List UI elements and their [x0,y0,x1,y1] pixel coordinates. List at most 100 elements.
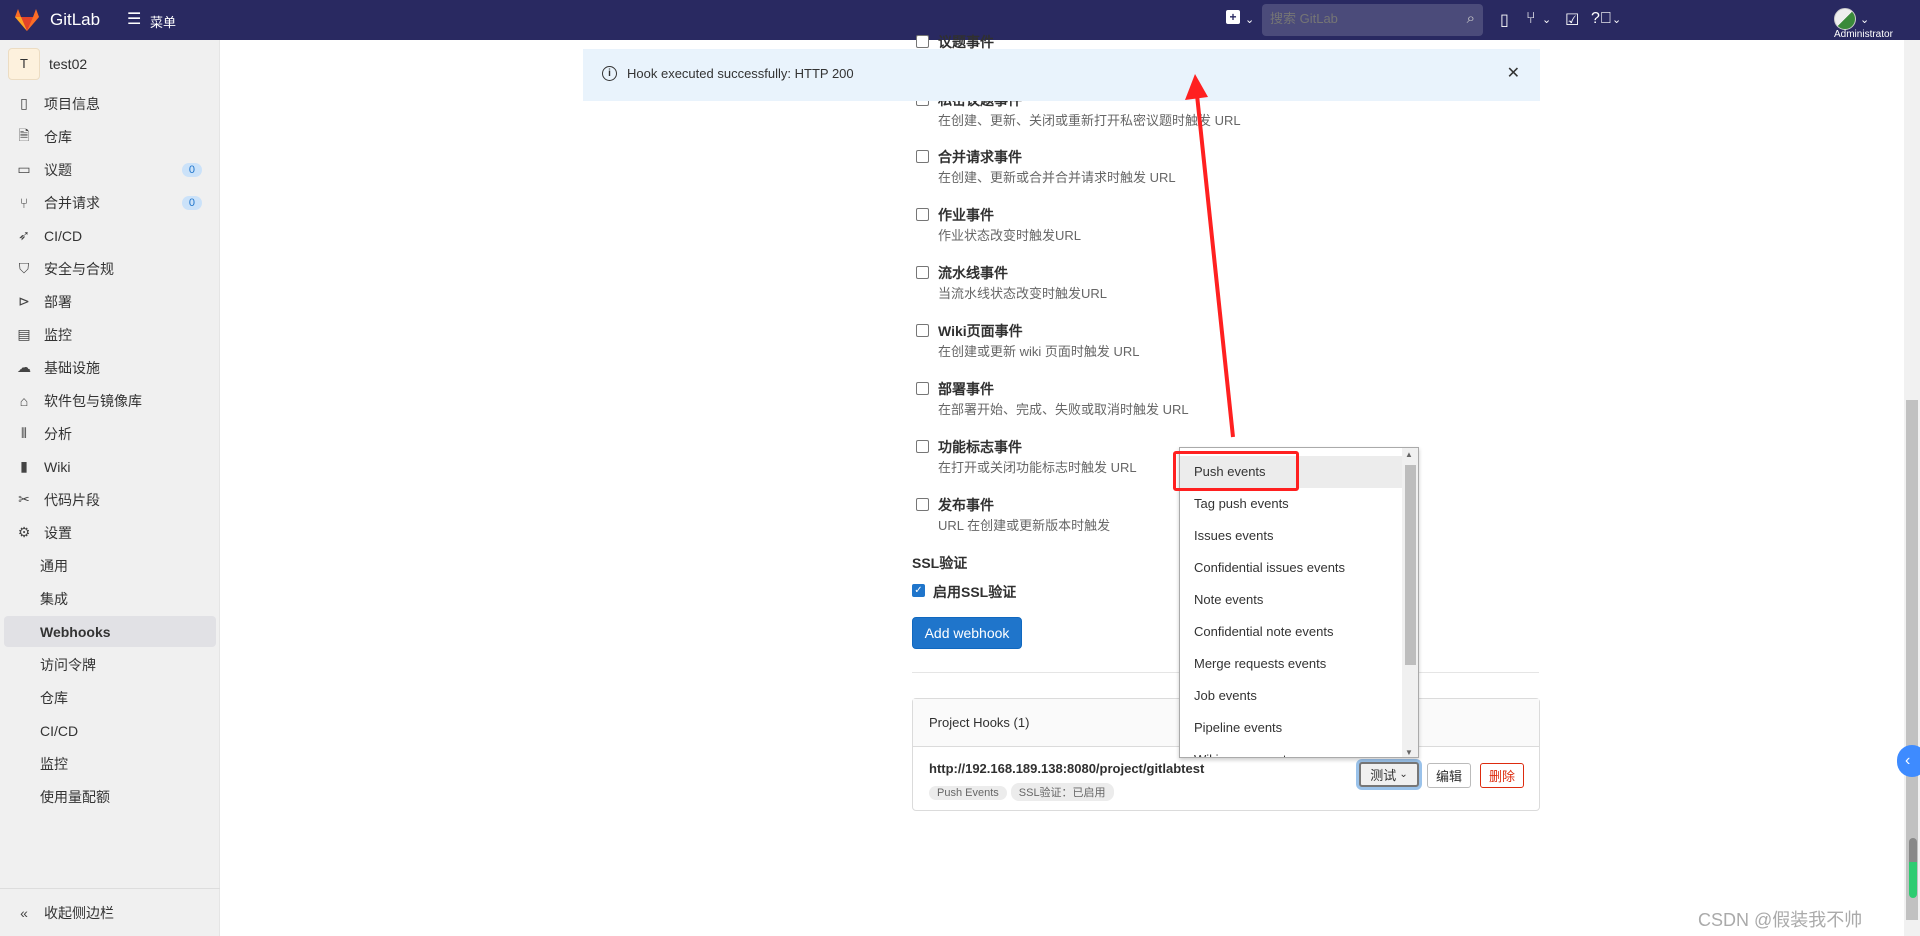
event-checkbox[interactable] [916,382,929,395]
ssl-checkbox[interactable]: ✓ [912,584,925,597]
delete-button[interactable]: 删除 [1480,763,1524,788]
sidebar-item[interactable]: ⚙ 设置 [4,517,216,548]
event-label[interactable]: 合并请求事件 [938,147,1022,167]
event-label[interactable]: Wiki页面事件 [938,321,1023,341]
scroll-up-icon[interactable]: ▲ [1405,450,1413,459]
sidebar-subitem[interactable]: 仓库 [4,682,216,713]
event-checkbox[interactable] [916,35,929,48]
event-label[interactable]: 功能标志事件 [938,437,1022,457]
collapse-label: 收起侧边栏 [44,904,114,921]
sidebar-subitem[interactable]: 通用 [4,550,216,581]
ssl-checkbox-label[interactable]: 启用SSL验证 [933,582,1016,602]
test-event-dropdown[interactable]: Push events Tag push events Issues events C… [1179,447,1419,758]
collapse-sidebar-button[interactable]: « 收起侧边栏 [4,897,216,928]
todo-icon[interactable]: ☑ [1565,10,1579,30]
dropdown-option[interactable]: Tag push events [1180,488,1403,520]
sidebar-subitem[interactable]: CI/CD [4,715,216,746]
flash-alert: i Hook executed successfully: HTTP 200 ✕ [583,49,1540,101]
dropdown-option[interactable]: Merge requests events [1180,648,1403,680]
chevron-down-icon[interactable]: ⌄ [1245,13,1254,26]
search-box[interactable]: ⌕ [1262,4,1483,36]
divider [0,888,220,889]
event-label[interactable]: 作业事件 [938,205,994,225]
avatar[interactable] [1834,8,1856,30]
sidebar-subitem[interactable]: 监控 [4,748,216,779]
dropdown-option[interactable]: Confidential issues events [1180,552,1403,584]
sidebar-item-label: 设置 [44,524,72,541]
menu-button[interactable]: 菜单 [150,12,176,31]
project-name[interactable]: test02 [49,56,87,72]
event-label[interactable]: 流水线事件 [938,263,1008,283]
dropdown-option[interactable]: Job events [1180,680,1403,712]
sidebar-item[interactable]: ☁ 基础设施 [4,352,216,383]
scrollbar-thumb[interactable] [1405,465,1416,665]
new-plus-icon[interactable]: + [1226,10,1240,24]
sidebar-item-label: 合并请求 [44,194,100,211]
menu-icon[interactable]: ☰ [127,9,141,29]
test-dropdown-button[interactable]: 测试 ⌄ [1359,762,1419,787]
sidebar-item[interactable]: ➶ CI/CD [4,220,216,251]
sidebar-item-label: 代码片段 [44,491,100,508]
event-checkbox[interactable] [916,150,929,163]
help-icon[interactable]: ?⃝ [1591,10,1612,28]
tag-ssl: SSL验证：已启用 [1010,783,1114,801]
event-description: 作业状态改变时触发URL [938,228,1082,243]
sidebar-subitem[interactable]: 使用量配额 [4,781,216,812]
close-icon[interactable]: ✕ [1507,63,1520,83]
monitor-icon: ▤ [17,326,31,342]
issues-icon[interactable]: ▯ [1500,10,1509,30]
search-icon[interactable]: ⌕ [1467,10,1475,27]
dropdown-option[interactable]: Issues events [1180,520,1403,552]
sidebar-item[interactable]: ▤ 监控 [4,319,216,350]
sidebar-subitem[interactable]: Webhooks [4,616,216,647]
sidebar-item-label: 项目信息 [44,95,100,112]
dropdown-option[interactable]: Note events [1180,584,1403,616]
sidebar-item[interactable]: ✂ 代码片段 [4,484,216,515]
event-checkbox[interactable] [916,266,929,279]
search-input[interactable] [1270,11,1450,26]
brand-name[interactable]: GitLab [50,10,100,30]
sidebar-item-label: 仓库 [44,128,72,145]
sidebar-item[interactable]: ⫴ 分析 [4,418,216,449]
issues-icon: ▭ [17,161,31,177]
dropdown-scrollbar[interactable]: ▲ ▼ [1402,448,1418,757]
infrastructure-icon: ☁ [17,359,31,375]
event-label[interactable]: 发布事件 [938,495,994,515]
info-icon: i [602,66,617,81]
scroll-down-icon[interactable]: ▼ [1405,748,1413,757]
sidebar-item[interactable]: ▮ Wiki [4,451,216,482]
chevron-down-icon[interactable]: ⌄ [1542,13,1551,26]
sidebar-item[interactable]: ⛉ 安全与合规 [4,253,216,284]
sidebar-item-label: 软件包与镜像库 [44,392,142,409]
floating-expand-button[interactable]: ‹ [1897,745,1920,777]
sidebar-item-label: 分析 [44,425,72,442]
event-description: 当流水线状态改变时触发URL [938,286,1108,301]
dropdown-option[interactable]: Wiki page events [1180,744,1403,757]
chevron-down-icon[interactable]: ⌄ [1612,13,1621,26]
sidebar-subitem[interactable]: 访问令牌 [4,649,216,680]
page-scrollbar[interactable] [1904,40,1920,936]
project-avatar[interactable]: T [8,48,40,80]
sidebar-item[interactable]: ▯ 项目信息 [4,88,216,119]
count-badge: 0 [181,195,202,210]
sidebar-item[interactable]: 🗎 仓库 [4,121,216,152]
chevron-down-icon[interactable]: ⌄ [1860,13,1869,26]
event-checkbox[interactable] [916,498,929,511]
event-checkbox[interactable] [916,440,929,453]
dropdown-option[interactable]: Confidential note events [1180,616,1403,648]
event-checkbox[interactable] [916,324,929,337]
sidebar-item[interactable]: ▭ 议题 0 [4,154,216,185]
double-chevron-left-icon: « [20,904,28,921]
merge-request-icon[interactable]: ⑂ [1526,10,1536,28]
edit-button[interactable]: 编辑 [1427,763,1471,788]
event-label[interactable]: 部署事件 [938,379,994,399]
sidebar-item[interactable]: ⑂ 合并请求 0 [4,187,216,218]
chart-icon: ⫴ [21,425,27,441]
sidebar-item[interactable]: ⊳ 部署 [4,286,216,317]
sidebar-subitem[interactable]: 集成 [4,583,216,614]
gitlab-logo-icon[interactable] [14,8,40,32]
dropdown-option[interactable]: Pipeline events [1180,712,1403,744]
event-checkbox[interactable] [916,208,929,221]
sidebar-item[interactable]: ⌂ 软件包与镜像库 [4,385,216,416]
add-webhook-button[interactable]: Add webhook [912,617,1022,649]
